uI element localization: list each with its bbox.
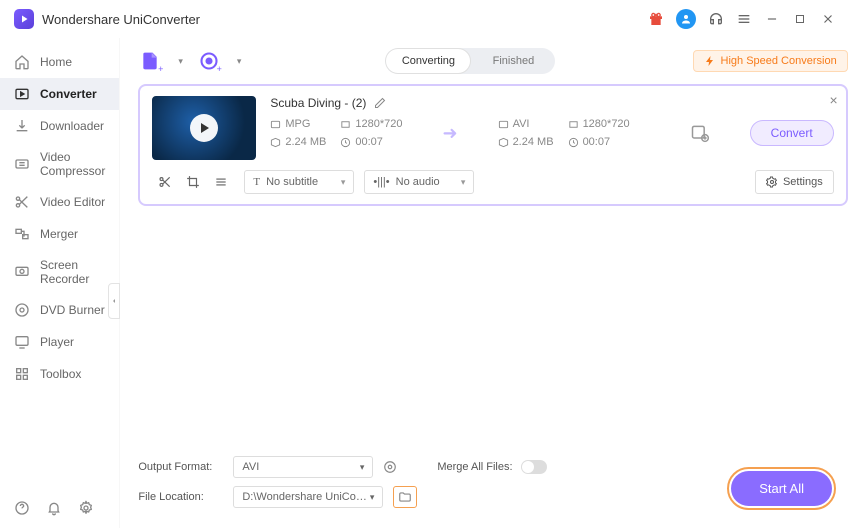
disc-icon	[14, 302, 30, 318]
add-dvd-button[interactable]: +	[197, 49, 221, 73]
close-icon[interactable]	[820, 11, 836, 27]
file-title: Scuba Diving - (2)	[270, 96, 366, 110]
scissors-icon	[14, 194, 30, 210]
chevron-down-icon[interactable]: ▾	[178, 56, 183, 67]
arrow-right-icon: ➜	[442, 123, 457, 144]
sidebar-item-label: Video Compressor	[40, 150, 105, 178]
chevron-down-icon[interactable]: ▾	[237, 56, 242, 67]
edit-icon[interactable]	[374, 97, 386, 109]
maximize-icon[interactable]	[792, 11, 808, 27]
sidebar-item-editor[interactable]: Video Editor	[0, 186, 119, 218]
item-settings-button[interactable]: Settings	[755, 170, 834, 194]
sidebar-item-label: Home	[40, 55, 72, 69]
src-resolution: 1280*720	[340, 118, 402, 130]
src-size: 2.24 MB	[270, 136, 326, 148]
merge-toggle[interactable]	[521, 460, 547, 474]
sidebar-item-recorder[interactable]: Screen Recorder	[0, 250, 119, 294]
effects-icon[interactable]	[214, 175, 228, 189]
file-location-label: File Location:	[138, 491, 223, 503]
menu-icon[interactable]	[736, 11, 752, 27]
format-settings-icon[interactable]	[383, 460, 397, 474]
user-avatar-icon[interactable]	[676, 9, 696, 29]
sidebar-item-label: Merger	[40, 227, 78, 241]
dst-format: AVI	[498, 118, 554, 130]
settings-gear-icon[interactable]	[78, 500, 94, 516]
dst-resolution: 1280*720	[568, 118, 630, 130]
recorder-icon	[14, 264, 30, 280]
video-thumbnail[interactable]	[152, 96, 256, 160]
converter-icon	[14, 86, 30, 102]
output-format-select[interactable]: AVI▾	[233, 456, 373, 478]
minimize-icon[interactable]	[764, 11, 780, 27]
gift-icon[interactable]	[648, 11, 664, 27]
file-location-select[interactable]: D:\Wondershare UniConverter▾	[233, 486, 383, 508]
sidebar-item-label: Converter	[40, 87, 97, 101]
home-icon	[14, 54, 30, 70]
bolt-icon	[704, 55, 716, 67]
dst-size: 2.24 MB	[498, 136, 554, 148]
src-duration: 00:07	[340, 136, 396, 148]
sidebar-item-dvd[interactable]: DVD Burner	[0, 294, 119, 326]
high-speed-conversion-button[interactable]: High Speed Conversion	[693, 50, 848, 72]
sidebar-item-downloader[interactable]: Downloader	[0, 110, 119, 142]
output-format-label: Output Format:	[138, 461, 223, 473]
player-icon	[14, 334, 30, 350]
sidebar-item-home[interactable]: Home	[0, 46, 119, 78]
dst-duration: 00:07	[568, 136, 624, 148]
download-icon	[14, 118, 30, 134]
merger-icon	[14, 226, 30, 242]
app-title: Wondershare UniConverter	[42, 12, 200, 27]
src-format: MPG	[270, 118, 326, 130]
sidebar-item-toolbox[interactable]: Toolbox	[0, 358, 119, 390]
tab-converting[interactable]: Converting	[385, 48, 471, 74]
sidebar-item-compressor[interactable]: Video Compressor	[0, 142, 119, 186]
sidebar-item-label: Toolbox	[40, 367, 81, 381]
sidebar-item-player[interactable]: Player	[0, 326, 119, 358]
support-icon[interactable]	[708, 11, 724, 27]
crop-icon[interactable]	[186, 175, 200, 189]
sidebar-item-label: Screen Recorder	[40, 258, 105, 286]
convert-button[interactable]: Convert	[750, 120, 834, 146]
audio-select[interactable]: •|||•No audio▾	[364, 170, 474, 194]
close-icon[interactable]: ×	[830, 92, 838, 108]
sidebar-item-label: DVD Burner	[40, 303, 105, 317]
subtitle-select[interactable]: TNo subtitle▾	[244, 170, 354, 194]
trim-icon[interactable]	[158, 175, 172, 189]
gear-icon	[766, 176, 778, 188]
open-folder-button[interactable]	[393, 486, 417, 508]
add-file-button[interactable]: +	[138, 49, 162, 73]
titlebar: Wondershare UniConverter	[0, 0, 850, 38]
conversion-item-card: × Scuba Diving - (2) MPG 1280*720	[138, 84, 847, 206]
output-settings-icon[interactable]	[690, 123, 710, 143]
tab-finished[interactable]: Finished	[471, 48, 555, 74]
collapse-sidebar-button[interactable]	[108, 283, 120, 319]
play-icon	[190, 114, 218, 142]
bottom-bar: Output Format: AVI▾ Merge All Files: Fil…	[138, 446, 847, 516]
start-all-button[interactable]: Start All	[731, 471, 832, 506]
compressor-icon	[14, 156, 30, 172]
bell-icon[interactable]	[46, 500, 62, 516]
sidebar-item-label: Video Editor	[40, 195, 105, 209]
sidebar-item-merger[interactable]: Merger	[0, 218, 119, 250]
content-area: + ▾ + ▾ Converting Finished High Speed C…	[120, 38, 850, 528]
sidebar-item-label: Downloader	[40, 119, 104, 133]
tab-switch: Converting Finished	[385, 48, 555, 74]
sidebar: Home Converter Downloader Video Compress…	[0, 38, 120, 528]
merge-label: Merge All Files:	[437, 461, 512, 473]
help-icon[interactable]	[14, 500, 30, 516]
sidebar-item-converter[interactable]: Converter	[0, 78, 119, 110]
toolbox-icon	[14, 366, 30, 382]
app-logo	[14, 9, 34, 29]
sidebar-item-label: Player	[40, 335, 74, 349]
